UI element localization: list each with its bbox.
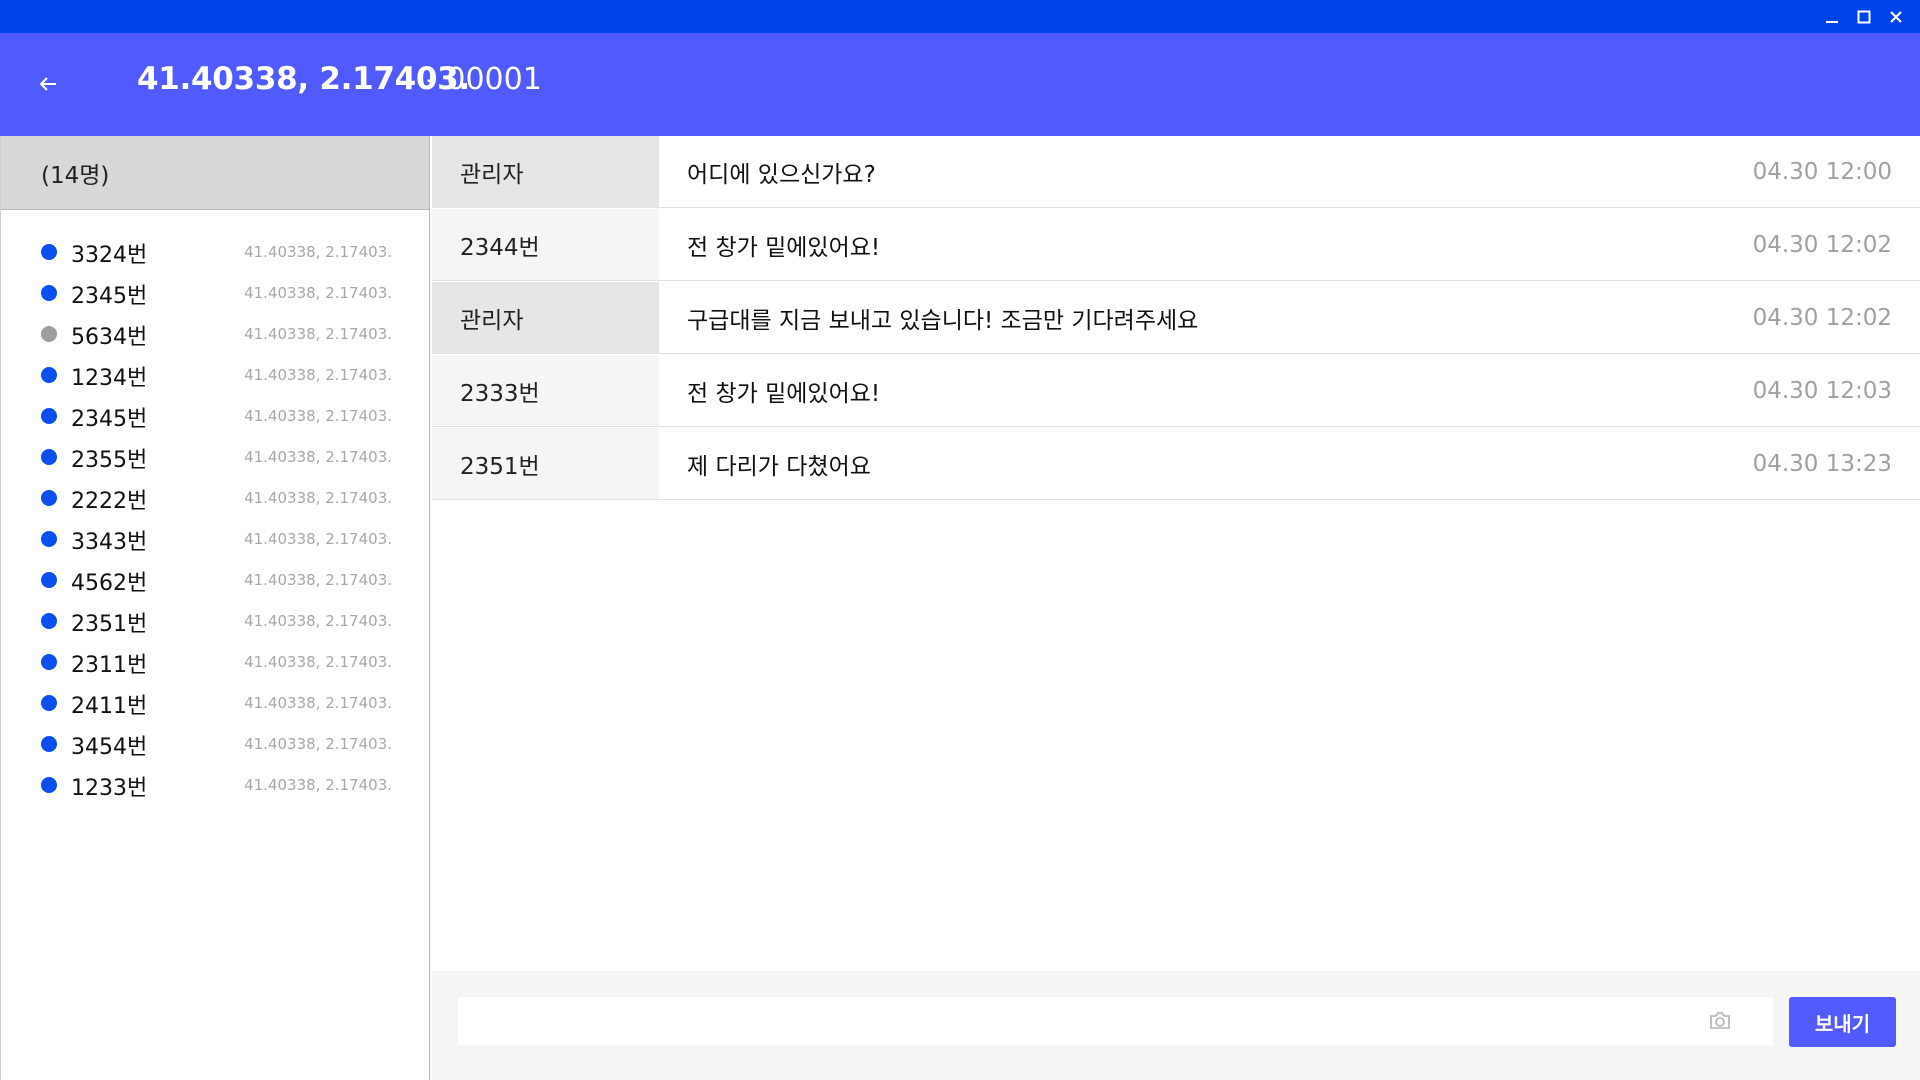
status-dot-icon xyxy=(41,408,57,424)
status-dot-icon xyxy=(41,613,57,629)
member-location: 41.40338, 2.17403. xyxy=(244,653,392,671)
message-text: 제 다리가 다쳤어요 xyxy=(687,453,871,480)
status-dot-icon xyxy=(41,285,57,301)
message-text: 전 창가 밑에있어요! xyxy=(687,380,881,407)
member-name: 2345번 xyxy=(71,284,148,309)
status-dot-icon xyxy=(41,777,57,793)
window-titlebar xyxy=(0,0,1920,33)
room-code: - 00001 xyxy=(426,62,542,97)
member-name: 2355번 xyxy=(71,448,148,473)
message-sender: 2344번 xyxy=(432,209,659,280)
message-row: 2333번 전 창가 밑에있어요! 04.30 12:03 xyxy=(432,355,1920,427)
member-location: 41.40338, 2.17403. xyxy=(244,735,392,753)
member-name: 2345번 xyxy=(71,407,148,432)
member-item[interactable]: 5634번 41.40338, 2.17403. xyxy=(1,313,431,354)
message-list: 관리자 어디에 있으신가요? 04.30 12:00 2344번 전 창가 밑에있어요!… xyxy=(432,136,1920,1080)
member-item[interactable]: 3454번 41.40338, 2.17403. xyxy=(1,723,431,764)
maximize-icon[interactable] xyxy=(1851,4,1877,30)
message-row: 2351번 제 다리가 다쳤어요 04.30 13:23 xyxy=(432,428,1920,500)
status-dot-icon xyxy=(41,244,57,260)
member-location: 41.40338, 2.17403. xyxy=(244,694,392,712)
back-button[interactable] xyxy=(30,66,66,102)
member-count: (14명) xyxy=(1,136,429,210)
member-item[interactable]: 1234번 41.40338, 2.17403. xyxy=(1,354,431,395)
member-name: 1234번 xyxy=(71,366,148,391)
status-dot-icon xyxy=(41,736,57,752)
message-sender: 관리자 xyxy=(432,136,659,207)
member-item[interactable]: 2411번 41.40338, 2.17403. xyxy=(1,682,431,723)
member-name: 3343번 xyxy=(71,530,148,555)
member-item[interactable]: 3343번 41.40338, 2.17403. xyxy=(1,518,431,559)
member-item[interactable]: 2345번 41.40338, 2.17403. xyxy=(1,395,431,436)
status-dot-icon xyxy=(41,449,57,465)
member-location: 41.40338, 2.17403. xyxy=(244,776,392,794)
status-dot-icon xyxy=(41,654,57,670)
member-name: 4562번 xyxy=(71,571,148,596)
member-location: 41.40338, 2.17403. xyxy=(244,284,392,302)
member-item[interactable]: 4562번 41.40338, 2.17403. xyxy=(1,559,431,600)
status-dot-icon xyxy=(41,367,57,383)
member-location: 41.40338, 2.17403. xyxy=(244,530,392,548)
composer: 보내기 xyxy=(432,971,1920,1080)
message-input[interactable] xyxy=(458,997,1679,1045)
status-dot-icon xyxy=(41,531,57,547)
message-time: 04.30 12:00 xyxy=(1752,158,1892,185)
status-dot-icon xyxy=(41,326,57,342)
member-name: 2351번 xyxy=(71,612,148,637)
message-time: 04.30 13:23 xyxy=(1752,450,1892,477)
message-text: 구급대를 지금 보내고 있습니다! 조금만 기다려주세요 xyxy=(687,307,1199,334)
member-name: 3454번 xyxy=(71,735,148,760)
member-item[interactable]: 2222번 41.40338, 2.17403. xyxy=(1,477,431,518)
member-sidebar: (14명) 3324번 41.40338, 2.17403. 2345번 41.403… xyxy=(0,136,430,1080)
member-item[interactable]: 2311번 41.40338, 2.17403. xyxy=(1,641,431,682)
member-item[interactable]: 2345번 41.40338, 2.17403. xyxy=(1,272,431,313)
member-item[interactable]: 2355번 41.40338, 2.17403. xyxy=(1,436,431,477)
message-row: 관리자 어디에 있으신가요? 04.30 12:00 xyxy=(432,136,1920,208)
room-title: 41.40338, 2.17403. xyxy=(137,61,470,97)
message-time: 04.30 12:02 xyxy=(1752,304,1892,331)
message-text: 어디에 있으신가요? xyxy=(687,161,876,188)
message-row: 2344번 전 창가 밑에있어요! 04.30 12:02 xyxy=(432,209,1920,281)
close-icon[interactable] xyxy=(1883,4,1909,30)
chat-header: 41.40338, 2.17403. - 00001 xyxy=(0,33,1920,136)
member-item[interactable]: 3324번 41.40338, 2.17403. xyxy=(1,231,431,272)
member-location: 41.40338, 2.17403. xyxy=(244,366,392,384)
member-location: 41.40338, 2.17403. xyxy=(244,243,392,261)
camera-icon xyxy=(1709,1012,1730,1029)
arrow-left-icon xyxy=(39,77,56,91)
member-item[interactable]: 2351번 41.40338, 2.17403. xyxy=(1,600,431,641)
member-location: 41.40338, 2.17403. xyxy=(244,489,392,507)
member-item[interactable]: 1233번 41.40338, 2.17403. xyxy=(1,764,431,805)
member-name: 3324번 xyxy=(71,243,148,268)
status-dot-icon xyxy=(41,490,57,506)
message-time: 04.30 12:02 xyxy=(1752,231,1892,258)
message-text: 전 창가 밑에있어요! xyxy=(687,234,881,261)
member-location: 41.40338, 2.17403. xyxy=(244,407,392,425)
member-location: 41.40338, 2.17403. xyxy=(244,325,392,343)
message-sender: 관리자 xyxy=(432,282,659,353)
member-name: 5634번 xyxy=(71,325,148,350)
message-sender: 2333번 xyxy=(432,355,659,426)
member-name: 2411번 xyxy=(71,694,148,719)
member-location: 41.40338, 2.17403. xyxy=(244,612,392,630)
member-location: 41.40338, 2.17403. xyxy=(244,448,392,466)
status-dot-icon xyxy=(41,572,57,588)
minimize-icon[interactable] xyxy=(1819,4,1845,30)
status-dot-icon xyxy=(41,695,57,711)
member-name: 1233번 xyxy=(71,776,148,801)
member-name: 2222번 xyxy=(71,489,148,514)
member-location: 41.40338, 2.17403. xyxy=(244,571,392,589)
camera-button[interactable] xyxy=(1666,997,1773,1045)
member-name: 2311번 xyxy=(71,653,148,678)
message-sender: 2351번 xyxy=(432,428,659,499)
message-row: 관리자 구급대를 지금 보내고 있습니다! 조금만 기다려주세요 04.30 12:… xyxy=(432,282,1920,354)
send-button[interactable]: 보내기 xyxy=(1789,997,1896,1047)
message-time: 04.30 12:03 xyxy=(1752,377,1892,404)
